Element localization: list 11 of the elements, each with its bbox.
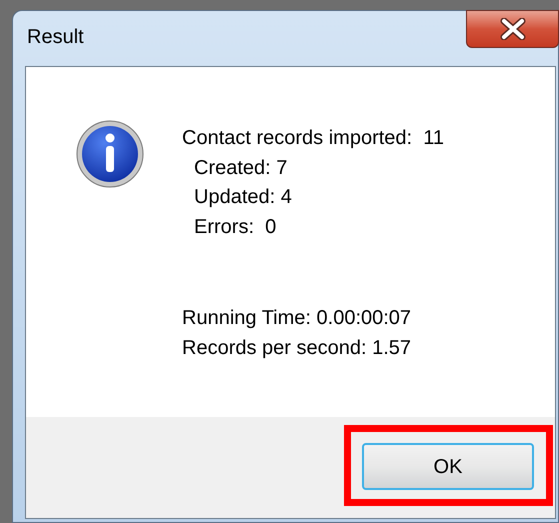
timing-line: Records per second: 1.57	[182, 336, 412, 360]
window-title: Result	[27, 27, 84, 47]
ok-button[interactable]: OK	[362, 443, 534, 490]
close-button[interactable]	[466, 10, 559, 48]
summary-line: Errors: 0	[193, 214, 278, 240]
summary-line: Created: 7	[193, 156, 288, 180]
summary-line: Contact records imported: 11	[182, 126, 444, 151]
close-icon	[500, 18, 526, 40]
timing-line: Running Time: 0.00:00:07	[182, 306, 412, 331]
info-icon	[76, 120, 144, 188]
summary-line: Updated: 4	[193, 185, 293, 210]
